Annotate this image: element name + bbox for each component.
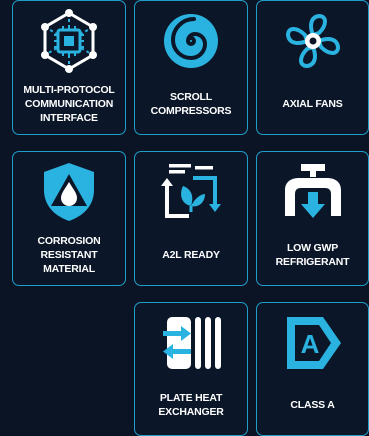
feature-label: SCROLL COMPRESSORS [150, 90, 232, 117]
feature-label: LOW GWP REFRIGERANT [275, 241, 350, 268]
feature-label: AXIAL FANS [282, 97, 343, 110]
feature-tile-multi-protocol: MULTI-PROTOCOL COMMUNICATION INTERFACE [12, 0, 126, 135]
feature-label: CORROSION RESISTANT MATERIAL [37, 234, 101, 275]
class-a-badge-letter: A [300, 329, 319, 359]
feature-tile-axial-fans: AXIAL FANS [256, 0, 369, 135]
feature-tile-low-gwp: LOW GWP REFRIGERANT [256, 151, 369, 286]
feature-tile-corrosion-resistant: CORROSION RESISTANT MATERIAL [12, 151, 126, 286]
recycle-leaf-icon [135, 158, 247, 226]
spiral-icon [135, 7, 247, 75]
plate-exchanger-icon [135, 309, 247, 377]
feature-label: CLASS A [290, 399, 335, 411]
feature-label: PLATE HEAT EXCHANGER [158, 392, 224, 418]
feature-tile-plate-heat-exchanger: PLATE HEAT EXCHANGER [134, 302, 248, 436]
fan-icon [257, 7, 368, 75]
feature-tile-a2l-ready: A2L READY [134, 151, 248, 286]
feature-tile-scroll-compressors: SCROLL COMPRESSORS [134, 0, 248, 135]
energy-class-a-icon: A [257, 309, 368, 377]
feature-tile-class-a: A CLASS A [256, 302, 369, 436]
network-chip-icon [13, 7, 125, 75]
feature-label: A2L READY [162, 248, 220, 261]
feature-label: MULTI-PROTOCOL COMMUNICATION INTERFACE [23, 83, 115, 124]
shield-droplet-icon [13, 158, 125, 226]
pipe-arrow-icon [257, 158, 368, 226]
